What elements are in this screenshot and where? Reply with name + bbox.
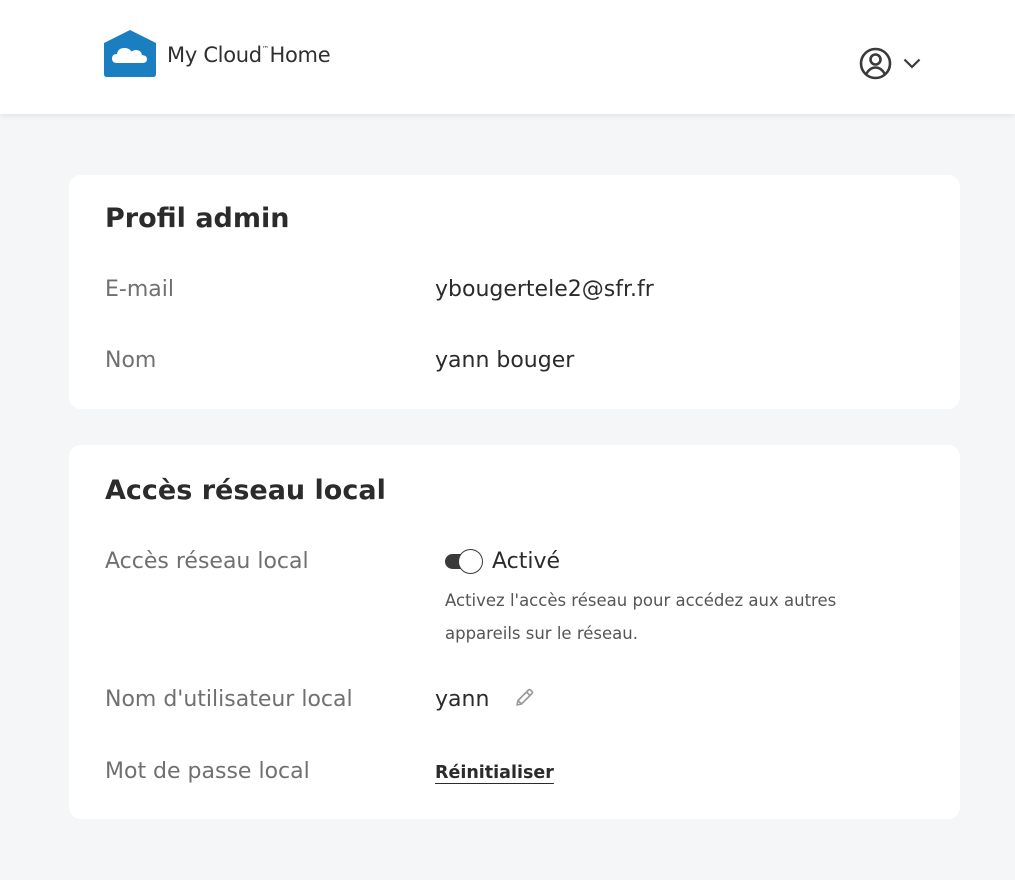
pencil-icon[interactable] (513, 687, 535, 709)
chevron-down-icon (903, 58, 921, 69)
toggle-knob (458, 549, 483, 574)
reset-password-link[interactable]: Réinitialiser (435, 763, 554, 783)
account-menu-button[interactable] (859, 47, 921, 80)
cloud-home-icon (104, 30, 156, 77)
local-access-label: Accès réseau local (105, 549, 309, 574)
local-network-card-title: Accès réseau local (105, 475, 386, 506)
email-value: ybougertele2@sfr.fr (435, 277, 654, 302)
local-username-label: Nom d'utilisateur local (105, 687, 353, 712)
local-access-toggle[interactable] (445, 549, 484, 574)
email-label: E-mail (105, 277, 174, 302)
profile-card: Profil admin E-mail ybougertele2@sfr.fr … (69, 175, 960, 409)
brand-logo[interactable]: My Cloud™Home (104, 30, 331, 77)
local-password-label: Mot de passe local (105, 759, 310, 784)
user-circle-icon (859, 47, 892, 80)
brand-name: My Cloud™Home (167, 42, 331, 67)
local-access-help: Activez l'accès réseau pour accédez aux … (445, 591, 837, 643)
local-access-toggle-row: Activé (445, 549, 560, 574)
app-header: My Cloud™Home (0, 0, 1015, 114)
name-label: Nom (105, 348, 157, 373)
name-value: yann bouger (435, 348, 575, 373)
local-access-state: Activé (492, 549, 561, 574)
profile-card-title: Profil admin (105, 203, 290, 234)
local-username-value: yann (435, 687, 490, 712)
local-network-card: Accès réseau local Accès réseau local Ac… (69, 445, 960, 819)
